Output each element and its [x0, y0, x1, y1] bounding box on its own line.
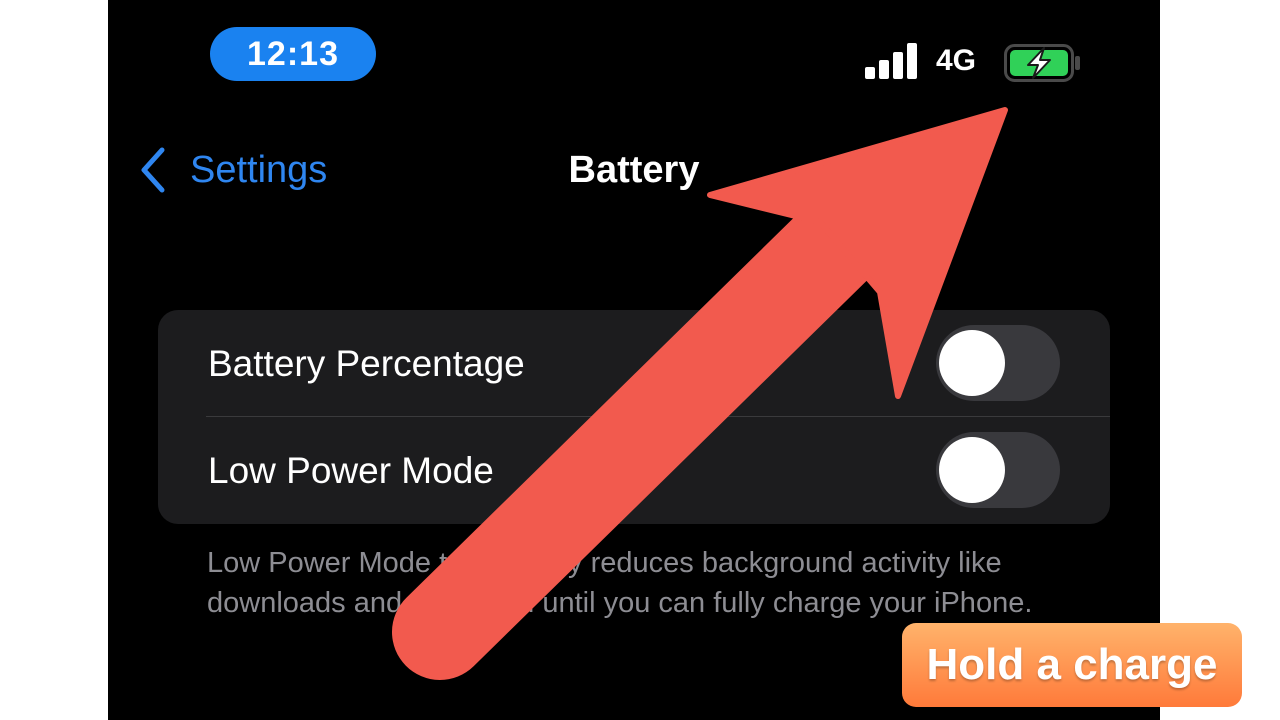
low-power-mode-row: Low Power Mode [158, 417, 1110, 524]
cellular-signal-icon [865, 43, 917, 79]
status-time: 12:13 [210, 27, 376, 81]
page-title: Battery [568, 149, 700, 191]
battery-charging-icon [1004, 44, 1080, 82]
network-type: 4G [936, 44, 977, 77]
battery-percentage-label: Battery Percentage [208, 343, 525, 384]
caption-badge: Hold a charge [902, 623, 1242, 707]
low-power-mode-toggle[interactable] [936, 432, 1060, 508]
battery-percentage-row: Battery Percentage [158, 310, 1110, 417]
low-power-footer-note: Low Power Mode temporarily reduces backg… [207, 547, 1033, 619]
phone-screen: 12:13 4G Settings Battery Battery Percen… [108, 0, 1160, 720]
toggle-knob [939, 437, 1005, 503]
toggle-knob [939, 330, 1005, 396]
settings-group: Battery Percentage Low Power Mode [158, 310, 1110, 524]
low-power-mode-label: Low Power Mode [208, 450, 494, 491]
battery-percentage-toggle[interactable] [936, 325, 1060, 401]
